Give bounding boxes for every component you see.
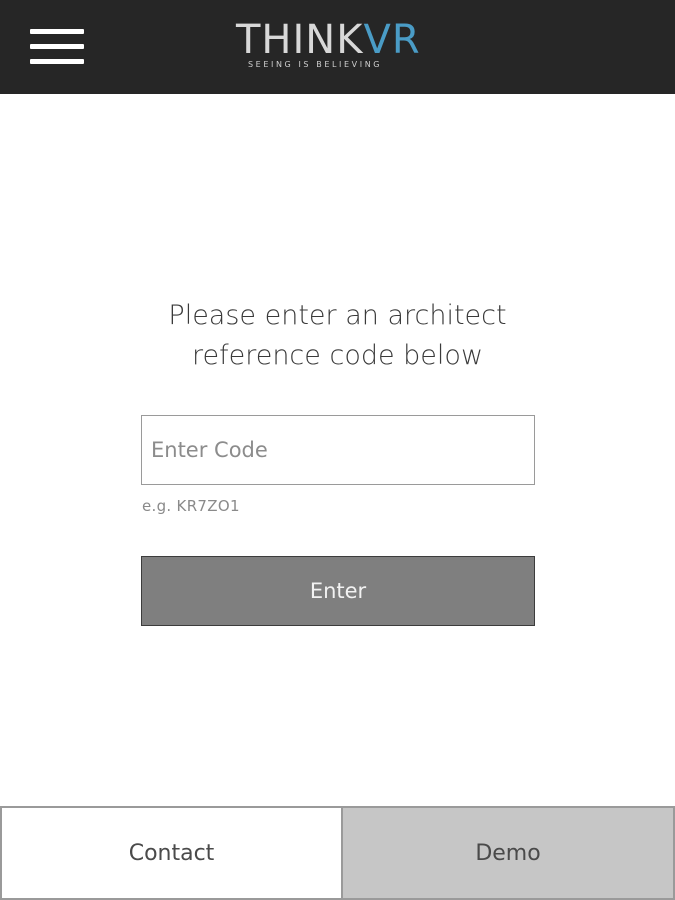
thinkvr-logo: THINKVR SEEING IS BELIEVING (236, 18, 446, 74)
instruction-text: Please enter an architect reference code… (100, 296, 575, 376)
demo-button[interactable]: Demo (343, 806, 675, 900)
menu-bar-line (30, 29, 84, 34)
logo-vr-text: VR (363, 17, 421, 63)
logo-wordmark: THINKVR (236, 18, 421, 62)
enter-button[interactable]: Enter (141, 556, 535, 626)
logo-think-text: THINK (236, 17, 364, 63)
instruction-line-1: Please enter an architect (168, 300, 507, 331)
reference-code-input[interactable] (141, 415, 535, 485)
instruction-line-2: reference code below (191, 340, 484, 371)
code-example-hint: e.g. KR7ZO1 (142, 497, 240, 515)
menu-bar-line (30, 59, 84, 64)
bottom-nav-bar: Contact Demo (0, 806, 675, 900)
top-header: THINKVR SEEING IS BELIEVING (0, 0, 675, 94)
app-screen: THINKVR SEEING IS BELIEVING Please enter… (0, 0, 675, 900)
contact-button[interactable]: Contact (0, 806, 343, 900)
menu-bar-line (30, 44, 84, 49)
enter-button-label: Enter (309, 579, 367, 603)
demo-button-label: Demo (475, 840, 541, 866)
logo-tagline: SEEING IS BELIEVING (248, 60, 383, 69)
hamburger-menu-icon[interactable] (28, 26, 86, 68)
contact-button-label: Contact (128, 840, 215, 866)
